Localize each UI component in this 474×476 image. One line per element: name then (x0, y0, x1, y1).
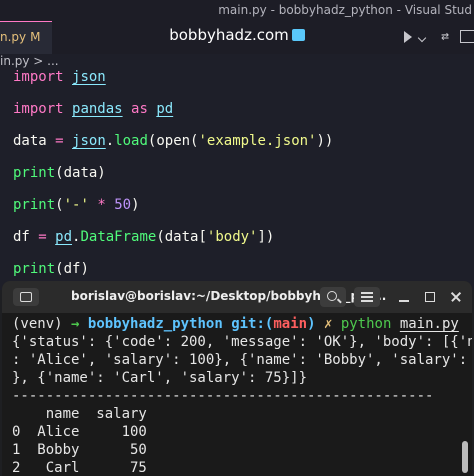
menu-icon[interactable] (354, 287, 380, 307)
output-line: 0 Alice 100 (12, 424, 147, 440)
window-title: main.py - bobbyhadz_python - Visual Stud (218, 3, 472, 17)
search-icon[interactable] (320, 287, 346, 307)
code-line-2: import pandas as pd (13, 101, 174, 117)
code-line-6: df = pd.DataFrame(data['body']) (13, 229, 275, 245)
terminal-scrollbar[interactable] (462, 441, 468, 473)
brand-text: bobbyhadz.com (169, 26, 289, 44)
code-editor: main.py - bobbyhadz_python - Visual Stud… (0, 0, 474, 290)
code-line-4: print(data) (13, 165, 106, 181)
output-line: name salary (12, 406, 147, 422)
prompt-line: (venv) → bobbyhadz_python git:(main) ✗ p… (12, 316, 459, 332)
output-line: 2 Carl 75 (12, 460, 147, 476)
cube-icon (291, 29, 305, 41)
close-icon[interactable] (446, 287, 466, 307)
compare-icon[interactable]: ⇄ (438, 29, 452, 44)
output-line: : 'Alice', 'salary': 100}, {'name': 'Bob… (12, 352, 472, 368)
code-line-1: import json (13, 69, 106, 85)
output-line: ----------------------------------------… (12, 388, 434, 404)
title-bar: main.py - bobbyhadz_python - Visual Stud (0, 0, 474, 21)
terminal-window[interactable]: borislav@borislav:~/Desktop/bobbyhadz_py… (2, 281, 472, 476)
split-editor-icon[interactable] (460, 30, 474, 43)
output-line: 1 Bobby 50 (12, 442, 147, 458)
minimize-icon[interactable] (394, 287, 414, 307)
run-icon[interactable] (404, 31, 412, 43)
maximize-icon[interactable] (420, 287, 440, 307)
code-line-3: data = json.load(open('example.json')) (13, 133, 334, 149)
new-tab-icon[interactable] (13, 288, 39, 306)
output-line: }, {'name': 'Carl', 'salary': 75}]} (12, 370, 308, 386)
output-line: {'status': {'code': 200, 'message': 'OK'… (12, 334, 472, 350)
breadcrumb[interactable]: in.py > ... (0, 54, 59, 68)
code-line-7: print(df) (13, 261, 89, 277)
code-line-5: print('-' * 50) (13, 197, 140, 213)
terminal-header: borislav@borislav:~/Desktop/bobbyhadz_py… (2, 281, 472, 313)
brand-watermark: bobbyhadz.com (0, 26, 474, 44)
